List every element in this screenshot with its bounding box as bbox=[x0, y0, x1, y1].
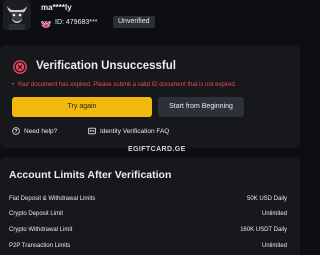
limit-row: Fiat Deposit & Withdrawal Limits 50K USD… bbox=[9, 194, 287, 204]
bullet-icon: • bbox=[12, 82, 15, 88]
help-circle-icon bbox=[12, 127, 20, 135]
account-header: ma****ly ID: 479683*** Unverified bbox=[0, 0, 300, 40]
limit-row: Crypto Deposit Limit Unlimited bbox=[9, 209, 287, 219]
limit-row: P2P Transaction Limits Unlimited bbox=[9, 241, 287, 251]
limit-row: Crypto Withdrawal Limit 160K USDT Daily bbox=[9, 225, 287, 235]
bull-avatar-icon bbox=[3, 0, 31, 30]
limit-label: P2P Transaction Limits bbox=[9, 243, 71, 249]
try-again-button[interactable]: Try again bbox=[12, 97, 152, 117]
id-card-icon bbox=[88, 127, 96, 135]
uk-flag-icon bbox=[41, 18, 51, 28]
user-id: ID: 479683*** bbox=[55, 19, 98, 26]
error-x-icon bbox=[13, 60, 27, 74]
error-text: Your document has expired. Please submit… bbox=[17, 82, 237, 88]
limit-value: 50K USD Daily bbox=[246, 196, 287, 202]
error-message: • Your document has expired. Please submi… bbox=[12, 82, 236, 88]
identity-faq-link[interactable]: Identity Verification FAQ bbox=[88, 127, 169, 135]
watermark: EGIFTCARD.GE bbox=[128, 146, 186, 153]
account-limits-card: Account Limits After Verification Fiat D… bbox=[0, 157, 300, 255]
avatar[interactable] bbox=[3, 0, 31, 30]
status-badge: Unverified bbox=[113, 16, 155, 28]
limit-value: 160K USDT Daily bbox=[240, 227, 287, 233]
limit-label: Crypto Withdrawal Limit bbox=[9, 227, 73, 233]
verification-title: Verification Unsuccessful bbox=[36, 60, 176, 72]
need-help-label: Need help? bbox=[24, 127, 58, 135]
limit-label: Fiat Deposit & Withdrawal Limits bbox=[9, 196, 96, 202]
start-from-beginning-button[interactable]: Start from Beginning bbox=[158, 97, 244, 117]
username: ma****ly bbox=[41, 3, 72, 12]
limits-title: Account Limits After Verification bbox=[9, 169, 172, 181]
limit-value: Unlimited bbox=[261, 211, 287, 217]
limit-value: Unlimited bbox=[261, 243, 287, 249]
need-help-link[interactable]: Need help? bbox=[12, 127, 57, 135]
verification-status-card: Verification Unsuccessful • Your document… bbox=[0, 45, 300, 148]
identity-faq-label: Identity Verification FAQ bbox=[100, 127, 170, 135]
limit-label: Crypto Deposit Limit bbox=[9, 211, 64, 217]
